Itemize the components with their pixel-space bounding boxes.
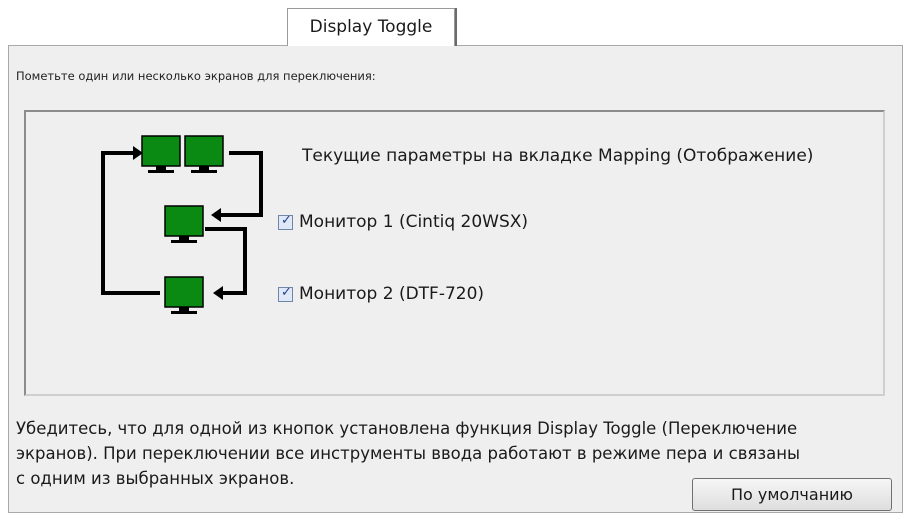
monitor-icon: [164, 205, 204, 243]
tab-display-toggle[interactable]: Display Toggle: [287, 8, 455, 46]
display-cycle-diagram: [101, 135, 263, 314]
monitor-2-option[interactable]: ✓ Монитор 2 (DTF-720): [278, 282, 484, 306]
note-line: экранов). При переключении все инструмен…: [16, 444, 801, 463]
note-line: Убедитесь, что для одной из кнопок устан…: [16, 419, 798, 438]
monitor-1-label: Монитор 1 (Cintiq 20WSX): [299, 212, 529, 232]
monitor-icon: [184, 135, 224, 173]
monitor-2-label: Монитор 2 (DTF-720): [299, 284, 485, 304]
monitor-2-checkbox[interactable]: ✓: [278, 284, 293, 302]
monitor-icon: [164, 276, 204, 314]
monitor-1-option[interactable]: ✓ Монитор 1 (Cintiq 20WSX): [278, 210, 528, 234]
instruction-text: Пометьте один или несколько экранов для …: [16, 69, 376, 83]
current-params-label: Текущие параметры на вкладке Mapping (От…: [302, 146, 814, 166]
default-button[interactable]: По умолчанию: [692, 478, 892, 511]
checkmark-icon: ✓: [281, 212, 292, 228]
checkmark-icon: ✓: [281, 284, 292, 300]
monitor-1-checkbox[interactable]: ✓: [278, 212, 293, 230]
monitor-icon: [141, 135, 181, 173]
